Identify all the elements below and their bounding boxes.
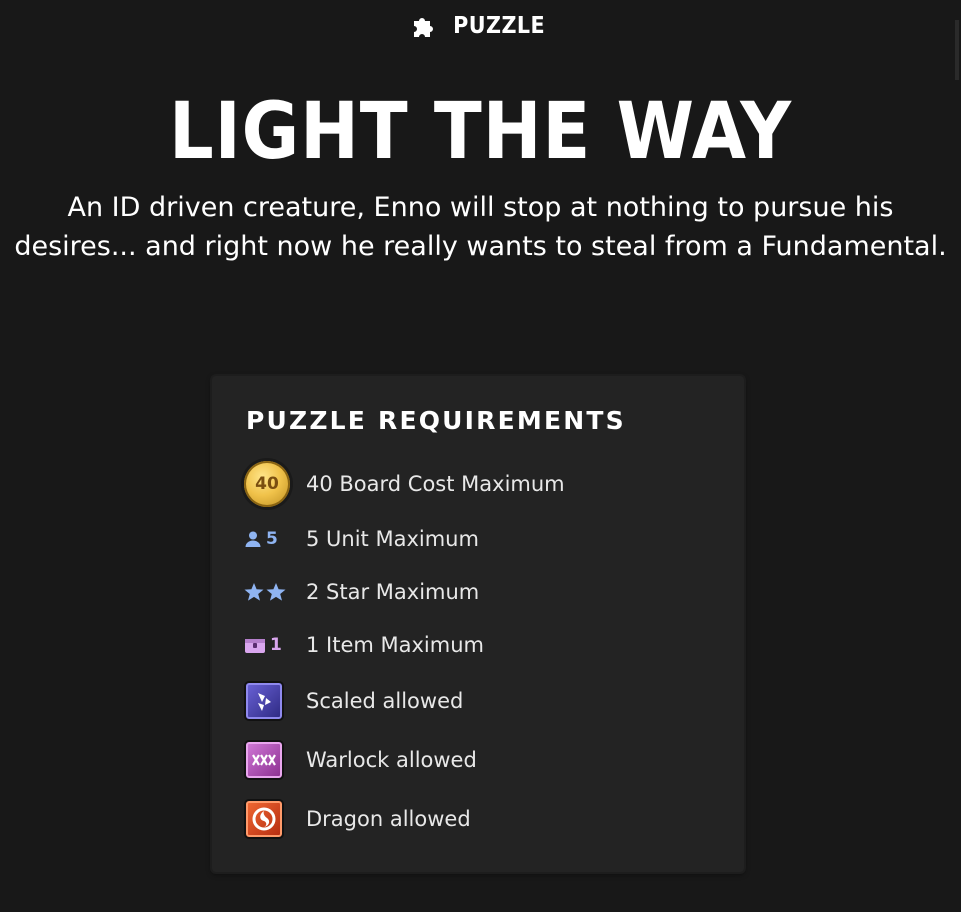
requirement-unit-max: 5 5 Unit Maximum bbox=[244, 515, 479, 563]
requirement-dragon: Dragon allowed bbox=[244, 795, 471, 843]
gold-coin-value: 40 bbox=[255, 474, 279, 494]
requirement-star-max: 2 Star Maximum bbox=[244, 568, 479, 616]
requirements-panel: PUZZLE REQUIREMENTS 40 40 Board Cost Max… bbox=[212, 376, 744, 872]
requirement-item-max: 1 1 Item Maximum bbox=[244, 621, 484, 669]
puzzle-description: An ID driven creature, Enno will stop at… bbox=[14, 192, 947, 262]
requirement-label: Dragon allowed bbox=[306, 807, 471, 831]
category-header: PUZZLE bbox=[0, 12, 961, 40]
requirements-heading: PUZZLE REQUIREMENTS bbox=[246, 406, 626, 435]
dragon-alliance-icon bbox=[244, 799, 284, 839]
item-chest-icon bbox=[245, 639, 265, 653]
requirement-label: 2 Star Maximum bbox=[306, 580, 480, 604]
requirement-label: 1 Item Maximum bbox=[306, 633, 484, 657]
requirement-label: Warlock allowed bbox=[306, 748, 477, 772]
requirement-scaled: Scaled allowed bbox=[244, 677, 463, 725]
requirement-board-cost: 40 40 Board Cost Maximum bbox=[244, 460, 565, 508]
gold-coin-icon: 40 bbox=[244, 461, 290, 507]
puzzle-piece-icon bbox=[414, 18, 434, 37]
requirement-label: Scaled allowed bbox=[306, 689, 464, 713]
star-icon bbox=[244, 583, 286, 601]
requirement-label: 5 Unit Maximum bbox=[306, 527, 479, 551]
category-label: PUZZLE bbox=[453, 13, 546, 39]
scaled-alliance-icon bbox=[244, 681, 284, 721]
puzzle-title: LIGHT THE WAY bbox=[168, 87, 792, 177]
requirement-warlock: Warlock allowed bbox=[244, 736, 477, 784]
item-count: 1 bbox=[270, 635, 282, 655]
requirement-label: 40 Board Cost Maximum bbox=[306, 472, 565, 496]
scroll-edge-marks bbox=[955, 20, 959, 80]
unit-count: 5 bbox=[266, 529, 278, 549]
warlock-alliance-icon bbox=[244, 740, 284, 780]
unit-person-icon bbox=[245, 531, 261, 547]
